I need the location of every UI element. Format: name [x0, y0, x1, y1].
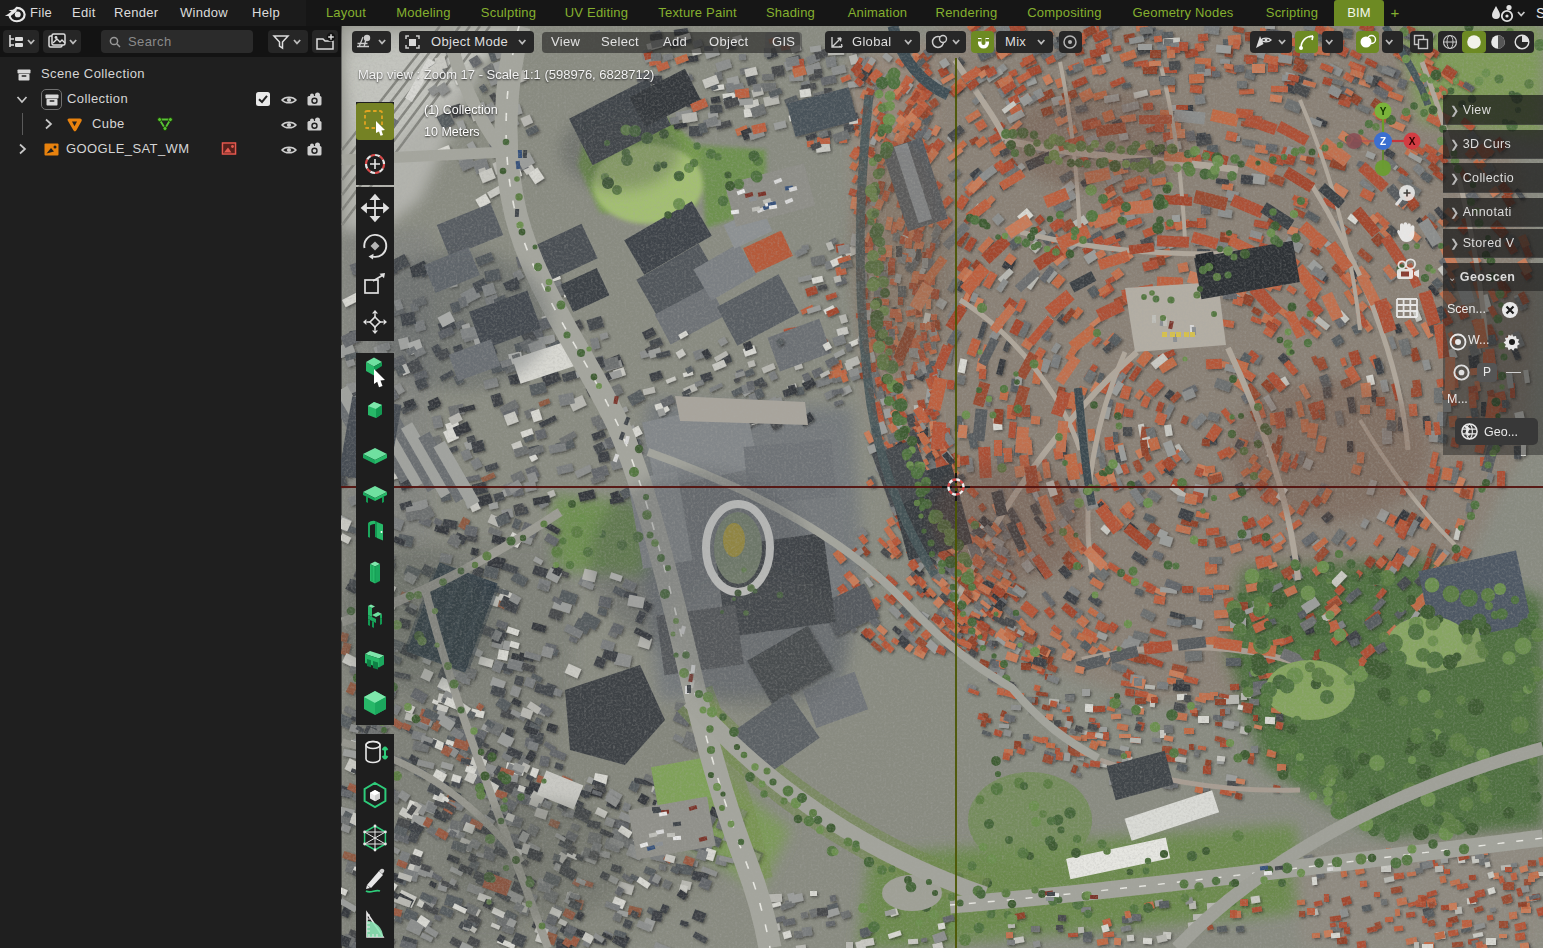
- svg-text:Y: Y: [1380, 106, 1387, 117]
- svg-text:X: X: [1409, 136, 1416, 147]
- svg-text:Z: Z: [1380, 136, 1386, 147]
